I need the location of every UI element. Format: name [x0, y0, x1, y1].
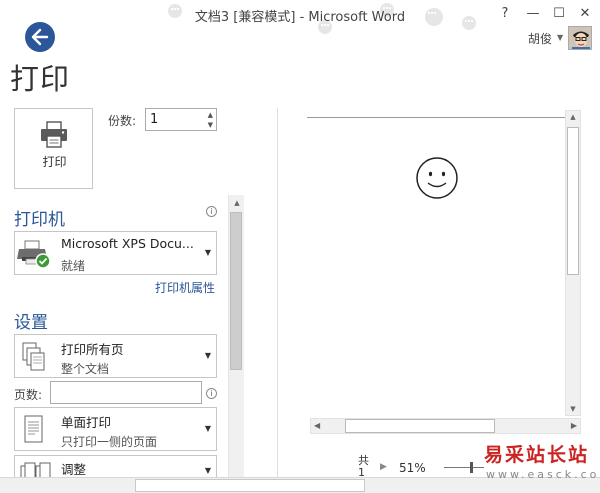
- collate-title: 调整: [61, 462, 87, 477]
- print-button-label: 打印: [42, 155, 67, 169]
- print-sides-title: 单面打印: [61, 415, 112, 430]
- pages-input[interactable]: [50, 381, 202, 404]
- info-icon[interactable]: i: [206, 206, 217, 217]
- scroll-up-icon[interactable]: ▲: [229, 199, 245, 207]
- single-sided-icon: [24, 415, 43, 443]
- panel-divider: [277, 108, 278, 493]
- scroll-up-icon[interactable]: ▲: [565, 113, 581, 121]
- print-range-subtitle: 整个文档: [61, 362, 110, 376]
- chevron-down-icon: ▼: [204, 466, 211, 475]
- scroll-right-icon[interactable]: ▶: [571, 421, 577, 430]
- printer-heading: 打印机: [14, 210, 65, 230]
- chevron-down-icon: ▼: [204, 424, 211, 433]
- print-range-title: 打印所有页: [61, 342, 124, 357]
- print-sides-dropdown[interactable]: 单面打印 只打印一侧的页面 ▼: [14, 407, 217, 451]
- smiley-icon: [416, 157, 458, 199]
- scroll-down-icon[interactable]: ▼: [565, 405, 581, 413]
- watermark-site-name: 易采站长站: [484, 444, 590, 466]
- print-button[interactable]: 打印: [14, 108, 93, 189]
- settings-heading: 设置: [14, 313, 48, 333]
- printer-name: Microsoft XPS Docu...: [61, 236, 194, 251]
- spin-up-icon[interactable]: ▲: [208, 111, 213, 119]
- preview-horizontal-scrollbar-thumb[interactable]: [345, 419, 495, 433]
- pages-icon: [22, 342, 45, 371]
- copies-label: 份数:: [108, 114, 137, 128]
- back-arrow-icon: [31, 28, 49, 46]
- help-button[interactable]: ?: [494, 4, 516, 24]
- watermark-url: www.easck.com: [486, 468, 600, 481]
- printer-device-icon: [17, 240, 51, 269]
- close-button[interactable]: ✕: [574, 4, 596, 24]
- info-icon[interactable]: i: [206, 388, 217, 399]
- copies-value: 1: [150, 112, 159, 127]
- copies-stepper[interactable]: 1 ▲ ▼: [145, 108, 217, 131]
- page-count: 共 1: [358, 455, 369, 479]
- zoom-level[interactable]: 51%: [399, 461, 426, 475]
- zoom-slider-handle[interactable]: [470, 462, 473, 473]
- next-page-icon[interactable]: ▶: [380, 462, 387, 472]
- back-button[interactable]: [25, 22, 55, 52]
- user-name[interactable]: 胡俊: [528, 30, 552, 47]
- page-title: 打印: [10, 62, 71, 96]
- printer-status: 就绪: [61, 259, 86, 273]
- maximize-button[interactable]: ☐: [548, 4, 570, 24]
- preview-vertical-scrollbar-thumb[interactable]: [567, 127, 579, 275]
- avatar[interactable]: [568, 26, 592, 50]
- preview-page-edge: [307, 117, 565, 118]
- printer-icon: [41, 121, 67, 148]
- chevron-down-icon: ▼: [204, 248, 211, 257]
- printer-properties-link[interactable]: 打印机属性: [155, 279, 215, 296]
- zoom-slider[interactable]: [444, 467, 484, 468]
- window-horizontal-scrollbar-thumb[interactable]: [135, 479, 365, 492]
- print-range-dropdown[interactable]: 打印所有页 整个文档 ▼: [14, 334, 217, 378]
- pages-label: 页数:: [14, 388, 43, 402]
- minimize-button[interactable]: —: [522, 4, 544, 24]
- chevron-down-icon: ▼: [204, 351, 211, 360]
- print-sides-subtitle: 只打印一侧的页面: [61, 435, 158, 449]
- settings-scrollbar-thumb[interactable]: [230, 212, 242, 370]
- spin-down-icon[interactable]: ▼: [208, 121, 213, 129]
- scroll-left-icon[interactable]: ◀: [314, 421, 320, 430]
- printer-dropdown[interactable]: Microsoft XPS Docu... 就绪 ▼: [14, 231, 217, 275]
- user-menu-caret-icon[interactable]: ▼: [557, 33, 563, 42]
